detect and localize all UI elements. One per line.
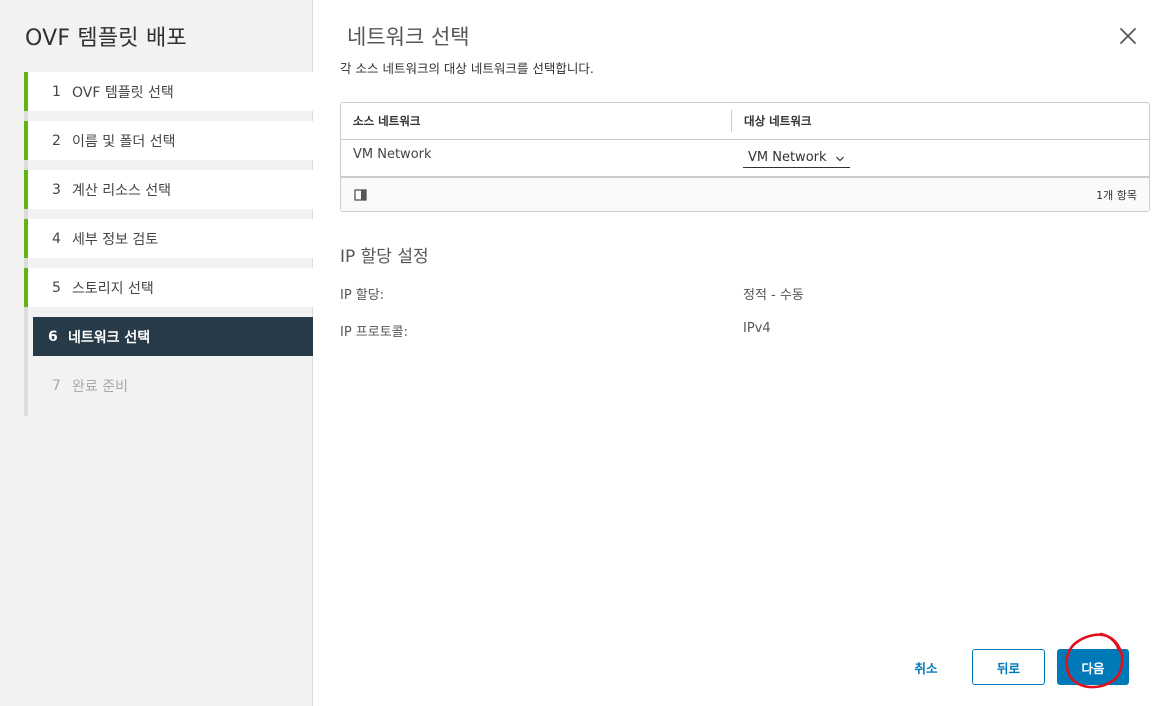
ip-allocation-value: 정적 - 수동	[743, 288, 804, 303]
column-header-source[interactable]: 소스 네트워크	[341, 113, 731, 129]
step-network[interactable]: 6 네트워크 선택	[33, 317, 313, 356]
back-button[interactable]: 뒤로	[972, 649, 1045, 685]
step-name-folder[interactable]: 2 이름 및 폴더 선택	[24, 121, 313, 160]
step-number: 4	[52, 230, 61, 247]
step-label: 네트워크 선택	[68, 329, 151, 346]
ip-section-title: IP 할당 설정	[340, 247, 429, 267]
step-label: 완료 준비	[72, 378, 128, 395]
close-icon[interactable]	[1117, 25, 1139, 47]
select-value: VM Network	[748, 150, 827, 165]
destination-network-select[interactable]: VM Network	[743, 150, 850, 168]
wizard-main: 네트워크 선택 각 소스 네트워크의 대상 네트워크를 선택합니다. 소스 네트…	[313, 0, 1156, 706]
step-review-details[interactable]: 4 세부 정보 검토	[24, 219, 313, 258]
page-title: 네트워크 선택	[347, 25, 470, 49]
wizard-title: OVF 템플릿 배포	[25, 26, 187, 51]
step-compute-resource[interactable]: 3 계산 리소스 선택	[24, 170, 313, 209]
step-label: 스토리지 선택	[72, 280, 154, 297]
page-subtitle: 각 소스 네트워크의 대상 네트워크를 선택합니다.	[340, 61, 594, 76]
step-ovf-template[interactable]: 1 OVF 템플릿 선택	[24, 72, 313, 111]
step-label: 세부 정보 검토	[72, 231, 159, 248]
step-label: 이름 및 폴더 선택	[72, 133, 176, 150]
step-number: 1	[52, 83, 61, 100]
wizard-steps: 1 OVF 템플릿 선택 2 이름 및 폴더 선택 3 계산 리소스 선택 4 …	[24, 72, 313, 415]
ip-allocation-label: IP 할당:	[340, 288, 385, 303]
table-row[interactable]: VM Network VM Network	[341, 140, 1149, 178]
item-count: 1개 항목	[1096, 188, 1137, 202]
step-number: 2	[52, 132, 61, 149]
step-number: 3	[52, 181, 61, 198]
ip-protocol-label: IP 프로토콜:	[340, 325, 409, 340]
step-number: 5	[52, 279, 61, 296]
wizard-footer: 취소 뒤로 다음	[313, 649, 1156, 689]
step-ready-to-complete: 7 완료 준비	[24, 366, 313, 405]
grid-header: 소스 네트워크 대상 네트워크	[341, 103, 1149, 140]
next-button[interactable]: 다음	[1057, 649, 1129, 685]
column-header-destination[interactable]: 대상 네트워크	[731, 110, 1149, 132]
step-number: 6	[48, 328, 58, 345]
source-network-cell: VM Network	[353, 147, 432, 162]
ip-protocol-value: IPv4	[743, 321, 771, 336]
step-storage[interactable]: 5 스토리지 선택	[24, 268, 313, 307]
cancel-button[interactable]: 취소	[896, 649, 956, 685]
grid-footer: 1개 항목	[341, 178, 1149, 211]
chevron-down-icon	[835, 153, 845, 163]
step-number: 7	[52, 377, 61, 394]
destination-network-cell: VM Network	[731, 140, 1149, 176]
step-label: OVF 템플릿 선택	[72, 84, 174, 101]
column-toggle-icon[interactable]	[353, 188, 369, 202]
wizard-sidebar: OVF 템플릿 배포 1 OVF 템플릿 선택 2 이름 및 폴더 선택 3 계…	[0, 0, 313, 706]
step-label: 계산 리소스 선택	[72, 182, 172, 199]
network-mapping-grid: 소스 네트워크 대상 네트워크 VM Network VM Network 1개…	[340, 102, 1150, 212]
